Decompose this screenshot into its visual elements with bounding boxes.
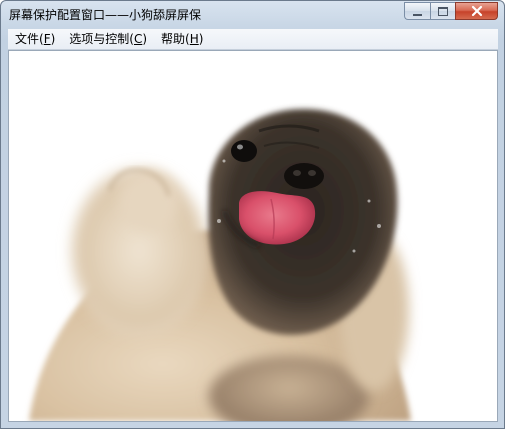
video-frame[interactable] — [8, 50, 498, 422]
app-window: 屏幕保护配置窗口——小狗舔屏屏保 文件(F) 选项与控制(C) 帮助(H) — [0, 0, 505, 429]
maximize-icon — [438, 6, 448, 16]
menu-file[interactable]: 文件(F) — [8, 30, 62, 48]
menu-help[interactable]: 帮助(H) — [154, 30, 210, 48]
menu-file-accel: F — [43, 32, 51, 46]
pug-image — [9, 51, 497, 421]
maximize-button[interactable] — [430, 2, 455, 20]
menu-bar: 文件(F) 选项与控制(C) 帮助(H) — [8, 29, 498, 50]
menu-file-suffix: ) — [50, 32, 56, 46]
title-bar[interactable]: 屏幕保护配置窗口——小狗舔屏屏保 — [1, 1, 504, 29]
menu-options-suffix: ) — [142, 32, 148, 46]
minimize-icon — [413, 13, 422, 16]
close-button[interactable] — [455, 2, 498, 20]
menu-options-label: 选项与控制( — [69, 32, 134, 46]
menu-help-label: 帮助( — [161, 32, 190, 46]
menu-help-suffix: ) — [198, 32, 204, 46]
minimize-button[interactable] — [404, 2, 430, 20]
menu-options[interactable]: 选项与控制(C) — [62, 30, 154, 48]
menu-file-label: 文件( — [15, 32, 44, 46]
close-icon — [471, 5, 482, 17]
menu-help-accel: H — [189, 32, 199, 46]
caption-buttons — [404, 2, 498, 21]
window-title: 屏幕保护配置窗口——小狗舔屏屏保 — [9, 8, 202, 22]
